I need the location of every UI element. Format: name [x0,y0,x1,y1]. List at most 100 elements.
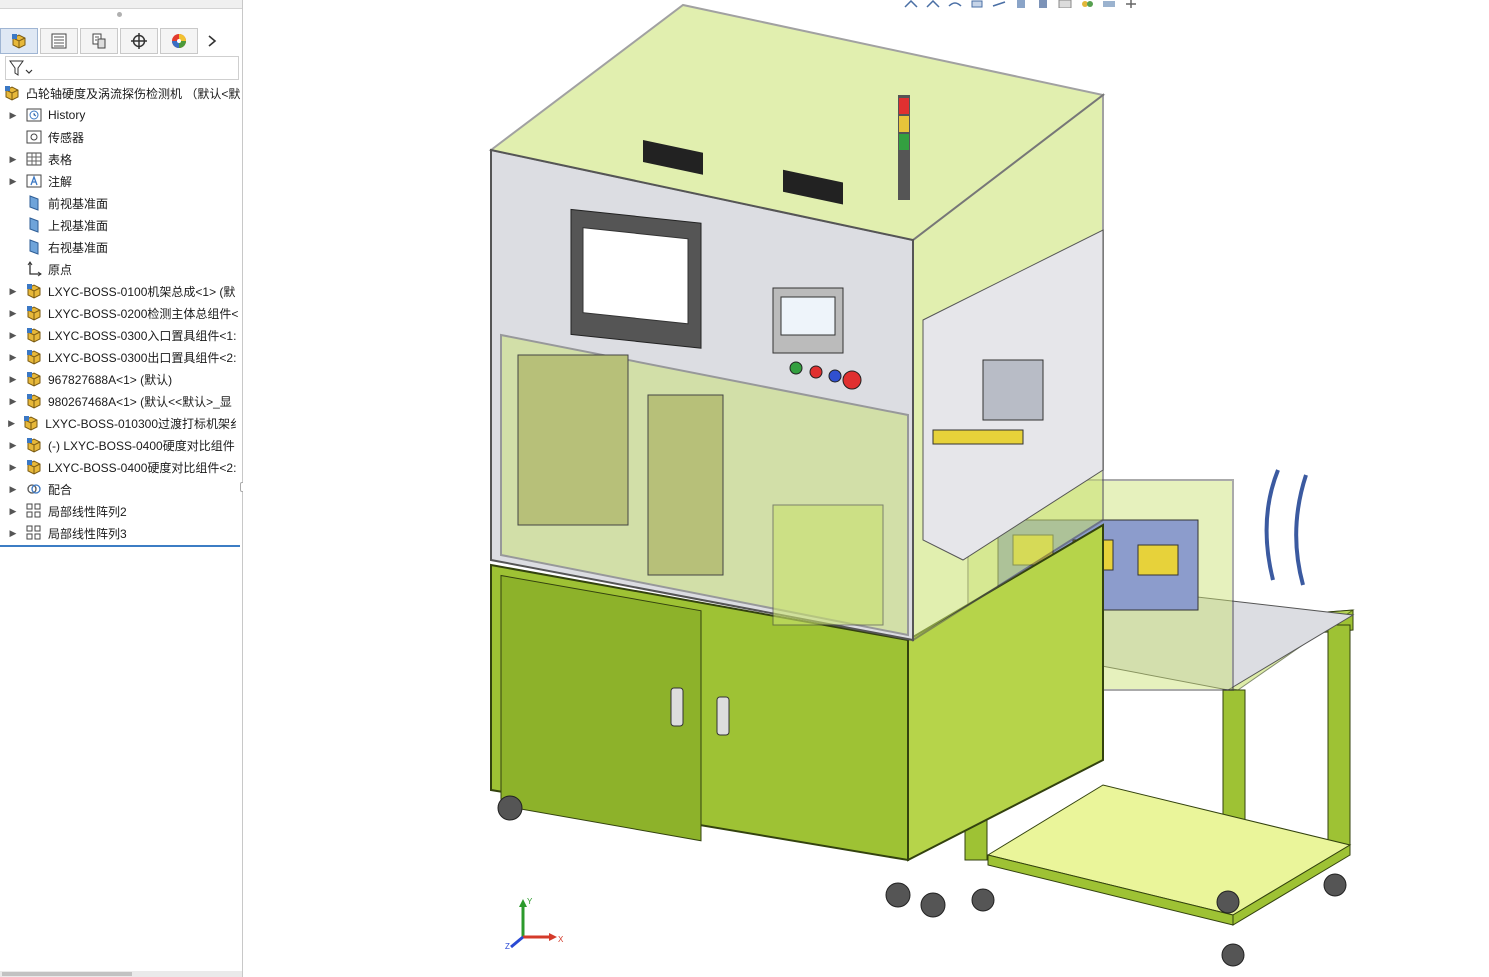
tabs-overflow-chevron-icon[interactable] [200,28,224,54]
expand-arrow-icon[interactable]: ▶ [8,528,18,539]
assembly-icon [27,284,41,299]
tree-item[interactable]: ▶ 局部线性阵列3 [0,522,242,544]
configuration-manager-tab[interactable] [80,28,118,54]
tree-item-label: 配合 [48,482,73,497]
pattern-icon [26,503,41,518]
tree-item-label: (-) LXYC-BOSS-0400硬度对比组件 [48,438,235,453]
tree-item[interactable]: 上视基准面 [0,214,242,236]
plane-icon [29,195,39,211]
display-manager-tab[interactable] [160,28,198,54]
panel-tabs [0,28,242,54]
origin-icon [27,261,42,277]
tree-item-label: LXYC-BOSS-0400硬度对比组件<2: [48,460,237,475]
assembly-icon [24,416,38,431]
machine-3d-model[interactable] [243,0,1489,977]
feature-manager-panel: 凸轮轴硬度及涡流探伤检测机 （默认<默 ▶ History 传感器 ▶ 表格 ▶ 注解前视基… [0,0,243,977]
triad-y-label: Y [527,897,533,906]
tree-item-label: 注解 [48,174,73,189]
table-icon [26,152,42,166]
triad-z-label: Z [505,942,510,951]
expand-arrow-icon[interactable]: ▶ [8,418,15,429]
color-wheel-icon [172,34,186,48]
tree-item[interactable]: ▶ 局部线性阵列2 [0,500,242,522]
tree-item[interactable]: ▶ 配合 [0,478,242,500]
tree-item-label: 967827688A<1> (默认) [48,372,173,387]
plane-icon [29,217,39,233]
tree-item-label: 表格 [48,152,73,167]
expand-arrow-icon[interactable]: ▶ [8,154,18,165]
tree-item-label: LXYC-BOSS-0200检测主体总组件< [48,306,239,321]
assembly-icon [27,306,41,321]
tree-item[interactable]: 传感器 [0,126,242,148]
expand-arrow-icon[interactable]: ▶ [8,462,18,473]
tree-item[interactable]: 前视基准面 [0,192,242,214]
assembly-icon [27,394,41,409]
assembly-icon [27,350,41,365]
tree-item[interactable]: ▶ 980267468A<1> (默认<<默认>_显 [0,390,242,412]
tree-item-label: History [48,108,86,122]
assembly-icon [27,372,41,387]
tree-item-label: LXYC-BOSS-0300入口置具组件<1: [48,328,237,343]
filter-funnel-icon[interactable] [8,58,34,78]
tree-item[interactable]: ▶ LXYC-BOSS-0300出口置具组件<2: [0,346,242,368]
dimxpert-tab[interactable] [120,28,158,54]
tree-item[interactable]: ▶ LXYC-BOSS-0300入口置具组件<1: [0,324,242,346]
mates-icon [27,484,41,494]
crosshair-icon [131,33,147,49]
expand-arrow-icon[interactable]: ▶ [8,396,18,407]
tree-item[interactable]: ▶ LXYC-BOSS-0200检测主体总组件< [0,302,242,324]
tree-item-label: 局部线性阵列3 [48,526,127,541]
tree-item[interactable]: ▶ 967827688A<1> (默认) [0,368,242,390]
plane-icon [29,239,39,255]
property-manager-icon [51,33,67,49]
expand-arrow-icon[interactable]: ▶ [8,330,18,341]
feature-manager-tab[interactable] [0,28,38,54]
tree-filter-field[interactable] [5,56,239,80]
expand-arrow-icon[interactable]: ▶ [8,308,18,319]
tree-item[interactable]: ▶ 注解 [0,170,242,192]
assembly-icon [27,460,41,475]
tree-item-label: 右视基准面 [48,240,109,255]
expand-arrow-icon[interactable]: ▶ [8,374,18,385]
tree-horizontal-scrollbar[interactable] [0,971,242,977]
expand-arrow-icon[interactable]: ▶ [8,110,18,121]
expand-arrow-icon[interactable]: ▶ [8,506,18,517]
tree-root-label: 凸轮轴硬度及涡流探伤检测机 （默认<默 [26,86,241,101]
expand-arrow-icon[interactable]: ▶ [8,176,18,187]
scrollbar-thumb[interactable] [2,972,132,976]
expand-arrow-icon[interactable]: ▶ [8,440,18,451]
property-manager-tab[interactable] [40,28,78,54]
expand-arrow-icon[interactable]: ▶ [8,286,18,297]
tree-item[interactable]: ▶ (-) LXYC-BOSS-0400硬度对比组件 [0,434,242,456]
tree-item-label: LXYC-BOSS-0300出口置具组件<2: [48,350,237,365]
tree-item[interactable]: 右视基准面 [0,236,242,258]
tree-item[interactable]: ▶ LXYC-BOSS-0100机架总成<1> (默 [0,280,242,302]
tree-item-label: 局部线性阵列2 [48,504,127,519]
tree-item[interactable]: 原点 [0,258,242,280]
triad-x-label: X [558,935,564,944]
tree-item[interactable]: ▶ LXYC-BOSS-010300过渡打标机架纟 [0,412,242,434]
tree-item-label: 原点 [48,262,73,277]
tree-end-marker [0,545,240,547]
tree-item[interactable]: ▶ History [0,104,242,126]
panel-grip-icon[interactable] [117,12,122,17]
tree-item-label: 传感器 [48,130,85,145]
tree-item-label: 前视基准面 [48,196,109,211]
annotation-icon [26,174,42,188]
tree-item[interactable]: ▶ LXYC-BOSS-0400硬度对比组件<2: [0,456,242,478]
expand-arrow-icon[interactable]: ▶ [8,484,18,495]
tree-item-label: LXYC-BOSS-010300过渡打标机架纟 [45,416,242,431]
expand-arrow-icon[interactable]: ▶ [8,352,18,363]
assembly-icon [5,86,19,101]
tree-root-assembly[interactable]: 凸轮轴硬度及涡流探伤检测机 （默认<默 [0,82,242,104]
history-icon [26,108,42,122]
feature-manager-icon [12,34,26,49]
sensor-icon [26,130,42,144]
tree-item-label: 980267468A<1> (默认<<默认>_显 [48,394,232,409]
panel-top-border [0,0,242,9]
graphics-viewport[interactable]: Y X Z [243,0,1489,977]
coordinate-triad: Y X Z [505,897,564,951]
assembly-icon [27,438,41,453]
configuration-manager-icon [92,33,106,49]
tree-item[interactable]: ▶ 表格 [0,148,242,170]
